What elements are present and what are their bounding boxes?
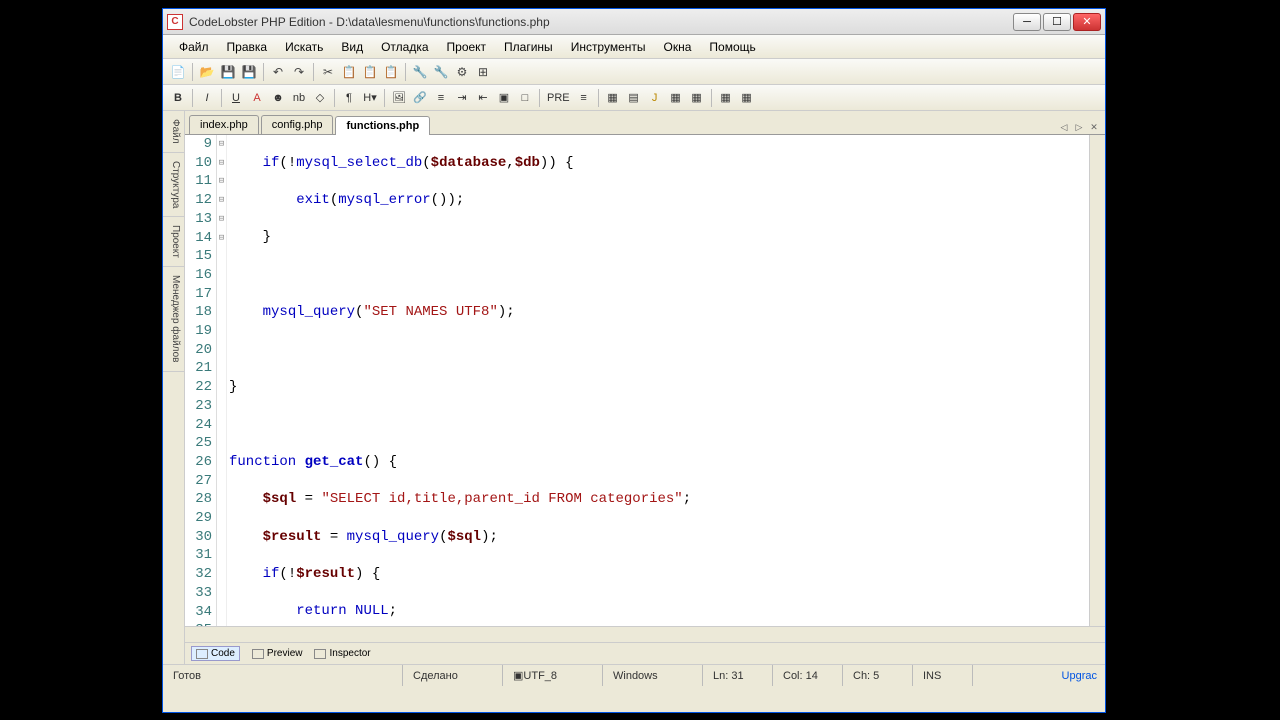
- para-icon[interactable]: ¶: [340, 89, 358, 107]
- menu-file[interactable]: Файл: [171, 38, 217, 56]
- menu-tools[interactable]: Инструменты: [563, 38, 654, 56]
- sidebar: Файл Структура Проект Менеджер файлов: [163, 111, 185, 664]
- viewtab-inspector[interactable]: Inspector: [314, 648, 370, 659]
- menu-view[interactable]: Вид: [333, 38, 371, 56]
- hr-icon[interactable]: ≡: [432, 89, 450, 107]
- preview-icon: [252, 649, 264, 659]
- app-icon: C: [167, 14, 183, 30]
- misc-a-icon[interactable]: ▦: [717, 89, 735, 107]
- statusbar: Готов Сделано ▣ UTF_8 Windows Ln: 31 Col…: [163, 664, 1105, 686]
- copy-icon[interactable]: 📋: [340, 63, 358, 81]
- font-color-icon[interactable]: A: [248, 89, 266, 107]
- toolbar-main: 📄 📂 💾 💾 ↶ ↷ ✂ 📋 📋 📋 🔧 🔧 ⚙ ⊞: [163, 59, 1105, 85]
- viewtab-preview[interactable]: Preview: [252, 648, 303, 659]
- special-icon[interactable]: ◇: [311, 89, 329, 107]
- bold-icon[interactable]: B: [169, 89, 187, 107]
- sidetab-filemgr[interactable]: Менеджер файлов: [163, 267, 184, 372]
- sidetab-project[interactable]: Проект: [163, 217, 184, 267]
- paste-icon[interactable]: 📋: [361, 63, 379, 81]
- heading-icon[interactable]: H▾: [361, 89, 379, 107]
- pre-icon[interactable]: PRE: [545, 89, 572, 107]
- image-icon[interactable]: 🖼: [390, 89, 408, 107]
- status-line: Ln: 31: [703, 665, 773, 686]
- tool-a-icon[interactable]: 🔧: [411, 63, 429, 81]
- view-tabs: Code Preview Inspector: [185, 642, 1105, 664]
- redo-icon[interactable]: ↷: [290, 63, 308, 81]
- paste2-icon[interactable]: 📋: [382, 63, 400, 81]
- ol-icon[interactable]: ≡: [575, 89, 593, 107]
- fold-gutter[interactable]: ⊟⊟⊟⊟⊟⊟: [217, 135, 227, 626]
- tool-d-icon[interactable]: ⊞: [474, 63, 492, 81]
- menu-windows[interactable]: Окна: [656, 38, 700, 56]
- status-encoding[interactable]: ▣ UTF_8: [503, 665, 603, 686]
- horizontal-scrollbar[interactable]: [185, 626, 1105, 642]
- toolbar-format: B I U A ☻ nb ◇ ¶ H▾ 🖼 🔗 ≡ ⇥ ⇤ ▣ □ PRE ≡ …: [163, 85, 1105, 111]
- tab-index[interactable]: index.php: [189, 115, 259, 134]
- vertical-scrollbar[interactable]: [1089, 135, 1105, 626]
- underline-icon[interactable]: U: [227, 89, 245, 107]
- save-all-icon[interactable]: 💾: [240, 63, 258, 81]
- viewtab-code[interactable]: Code: [191, 646, 240, 661]
- status-eol[interactable]: Windows: [603, 665, 703, 686]
- close-button[interactable]: ✕: [1073, 13, 1101, 31]
- status-col: Col: 14: [773, 665, 843, 686]
- menu-plugins[interactable]: Плагины: [496, 38, 561, 56]
- status-ch: Ch: 5: [843, 665, 913, 686]
- maximize-button[interactable]: ☐: [1043, 13, 1071, 31]
- window-title: CodeLobster PHP Edition - D:\data\lesmen…: [189, 15, 1013, 29]
- nb-icon[interactable]: nb: [290, 89, 308, 107]
- code-editor[interactable]: 9101112131415161718192021222324252627282…: [185, 135, 1105, 626]
- menu-edit[interactable]: Правка: [219, 38, 276, 56]
- css-icon[interactable]: ▦: [667, 89, 685, 107]
- line-gutter: 9101112131415161718192021222324252627282…: [185, 135, 217, 626]
- tab-functions[interactable]: functions.php: [335, 116, 430, 135]
- titlebar[interactable]: C CodeLobster PHP Edition - D:\data\lesm…: [163, 9, 1105, 35]
- tab-prev-icon[interactable]: ◁: [1057, 120, 1071, 134]
- status-ready: Готов: [163, 665, 403, 686]
- table-icon[interactable]: ▦: [604, 89, 622, 107]
- menubar: Файл Правка Искать Вид Отладка Проект Пл…: [163, 35, 1105, 59]
- status-ins[interactable]: INS: [913, 665, 973, 686]
- editor-tabs: index.php config.php functions.php ◁ ▷ ✕: [185, 111, 1105, 135]
- italic-icon[interactable]: I: [198, 89, 216, 107]
- app-window: C CodeLobster PHP Edition - D:\data\lesm…: [162, 8, 1106, 713]
- db-icon[interactable]: ▦: [688, 89, 706, 107]
- menu-help[interactable]: Помощь: [701, 38, 763, 56]
- emoji-icon[interactable]: ☻: [269, 89, 287, 107]
- tab-next-icon[interactable]: ▷: [1072, 120, 1086, 134]
- cut-icon[interactable]: ✂: [319, 63, 337, 81]
- link-icon[interactable]: 🔗: [411, 89, 429, 107]
- menu-project[interactable]: Проект: [439, 38, 495, 56]
- tab-close-icon[interactable]: ✕: [1087, 120, 1101, 134]
- save-icon[interactable]: 💾: [219, 63, 237, 81]
- border-icon[interactable]: □: [516, 89, 534, 107]
- indent-icon[interactable]: ⇥: [453, 89, 471, 107]
- js-icon[interactable]: J: [646, 89, 664, 107]
- tool-c-icon[interactable]: ⚙: [453, 63, 471, 81]
- cell-icon[interactable]: ▤: [625, 89, 643, 107]
- new-file-icon[interactable]: 📄: [169, 63, 187, 81]
- tool-b-icon[interactable]: 🔧: [432, 63, 450, 81]
- sidetab-structure[interactable]: Структура: [163, 153, 184, 217]
- minimize-button[interactable]: ─: [1013, 13, 1041, 31]
- center-icon[interactable]: ▣: [495, 89, 513, 107]
- code-icon: [196, 649, 208, 659]
- status-done: Сделано: [403, 665, 503, 686]
- sidetab-file[interactable]: Файл: [163, 111, 184, 153]
- inspector-icon: [314, 649, 326, 659]
- menu-search[interactable]: Искать: [277, 38, 331, 56]
- status-upgrade[interactable]: Upgrac: [1052, 665, 1105, 686]
- open-icon[interactable]: 📂: [198, 63, 216, 81]
- outdent-icon[interactable]: ⇤: [474, 89, 492, 107]
- tab-config[interactable]: config.php: [261, 115, 334, 134]
- menu-debug[interactable]: Отладка: [373, 38, 436, 56]
- misc-b-icon[interactable]: ▦: [738, 89, 756, 107]
- undo-icon[interactable]: ↶: [269, 63, 287, 81]
